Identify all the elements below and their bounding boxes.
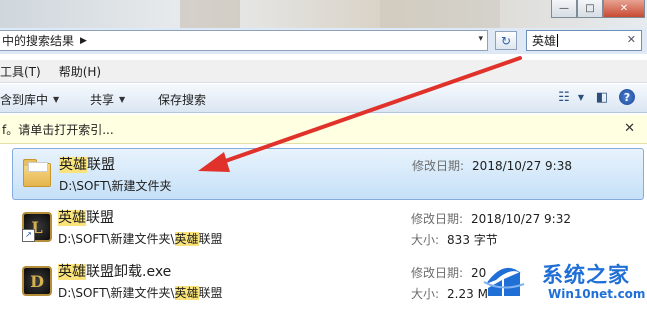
modified-value: 2018/10/27 9:32 [471,212,571,226]
watermark-title: 系统之家 [542,263,630,287]
search-value: 英雄 [532,34,557,48]
modified-label: 修改日期: [411,266,464,280]
refresh-icon: ↻ [500,33,512,48]
size-label: 大小: [411,287,440,301]
text-caret [557,34,559,47]
save-search-button[interactable]: 保存搜索 [158,91,206,108]
menu-bar: 工具(T) 帮助(H) [0,60,647,83]
item-path-prefix: D:\SOFT\新建文件夹\ [58,286,175,300]
item-path: D:\SOFT\新建文件夹 [59,177,171,194]
search-highlight: 英雄 [174,286,199,300]
view-options-icon[interactable]: ☷ [555,88,573,106]
search-highlight: 英雄 [59,157,87,173]
shortcut-icon: L ↗ [20,210,54,244]
share-label: 共享 [90,93,115,107]
help-icon[interactable]: ? [619,89,635,105]
item-name-rest: 联盟 [87,157,115,173]
item-size: 大小: 2.23 M [411,285,488,302]
breadcrumb[interactable]: 中的搜索结果 [0,32,74,49]
menu-tools[interactable]: 工具(T) [0,63,41,80]
address-bar[interactable]: 中的搜索结果 ▶ ▾ [0,30,488,51]
watermark: 系统之家 Win10net.com [478,252,647,309]
item-name-rest: 联盟 [86,210,114,226]
search-input[interactable]: 英雄 ✕ [526,30,642,51]
item-path: D:\SOFT\新建文件夹\英雄联盟 [58,284,223,301]
chevron-down-icon: ▼ [53,95,60,104]
item-modified: 修改日期: 2018/10/27 9:38 [412,157,572,174]
clear-search-icon[interactable]: ✕ [627,33,636,46]
search-highlight: 英雄 [174,232,199,246]
item-path-prefix: D:\SOFT\新建文件夹 [59,179,172,193]
modified-value: 2018/10/27 9:38 [472,159,572,173]
save-search-label: 保存搜索 [158,93,207,107]
preview-pane-icon[interactable]: ◧ [593,88,611,106]
window-controls: — □ ✕ [551,0,645,20]
background-blur [180,0,240,28]
refresh-button[interactable]: ↻ [495,31,517,50]
exe-icon: D [20,264,54,298]
menu-help[interactable]: 帮助(H) [59,63,101,80]
size-value: 833 字节 [447,233,498,247]
background-blur [380,0,500,28]
chevron-down-icon[interactable]: ▼ [577,88,585,106]
item-path-rest: 联盟 [198,286,223,300]
item-modified: 修改日期: 20 [411,264,486,281]
include-in-library-button[interactable]: 含到库中 ▼ [0,91,59,108]
address-dropdown-icon[interactable]: ▾ [478,34,483,44]
index-info-bar[interactable]: f。请单击打开索引... ✕ [0,115,647,144]
item-path: D:\SOFT\新建文件夹\英雄联盟 [58,230,223,247]
item-name: 英雄联盟 [58,207,114,227]
close-info-bar-icon[interactable]: ✕ [624,121,635,136]
search-highlight: 英雄 [58,264,86,280]
include-in-library-label: 含到库中 [0,93,49,107]
modified-label: 修改日期: [411,212,464,226]
folder-icon [21,157,55,191]
item-path-prefix: D:\SOFT\新建文件夹\ [58,232,175,246]
item-modified: 修改日期: 2018/10/27 9:32 [411,210,571,227]
item-name-rest: 联盟卸载.exe [86,264,172,280]
close-button[interactable]: ✕ [603,0,645,18]
size-label: 大小: [411,233,440,247]
info-bar-text[interactable]: f。请单击打开索引... [0,121,114,138]
command-bar: 含到库中 ▼ 共享 ▼ 保存搜索 ☷ ▼ ◧ ? [0,84,647,113]
share-button[interactable]: 共享 ▼ [90,91,125,108]
maximize-button[interactable]: □ [577,0,603,18]
search-highlight: 英雄 [58,210,86,226]
address-row: 中的搜索结果 ▶ ▾ ↻ 英雄 ✕ [0,28,647,54]
item-path-rest: 联盟 [198,232,223,246]
watermark-url: Win10net.com [548,287,646,301]
chevron-down-icon: ▼ [119,95,126,104]
item-name: 英雄联盟卸载.exe [58,261,171,281]
list-item[interactable]: 英雄联盟 D:\SOFT\新建文件夹 修改日期: 2018/10/27 9:38 [12,148,644,200]
window-titlebar: — □ ✕ [0,0,647,28]
breadcrumb-separator-icon[interactable]: ▶ [80,36,87,46]
watermark-logo-icon [483,267,525,296]
item-name: 英雄联盟 [59,154,115,174]
modified-label: 修改日期: [412,159,465,173]
item-size: 大小: 833 字节 [411,231,498,248]
list-item[interactable]: L ↗ 英雄联盟 D:\SOFT\新建文件夹\英雄联盟 修改日期: 2018/10… [12,202,644,254]
minimize-button[interactable]: — [551,0,577,18]
view-controls: ☷ ▼ ◧ ? [547,88,635,106]
